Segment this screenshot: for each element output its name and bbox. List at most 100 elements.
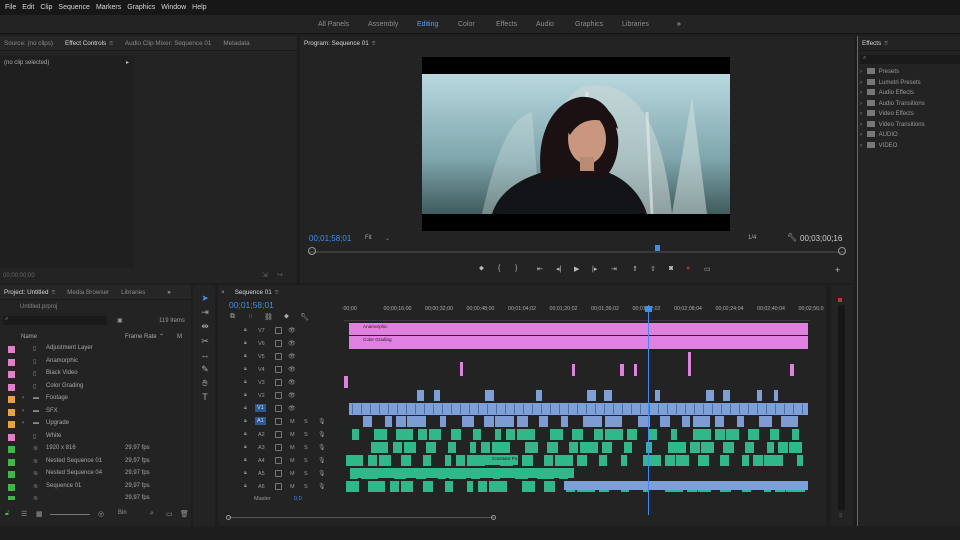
audio-clip[interactable] [679,442,686,453]
tab-audio-clip-mixer[interactable]: Audio Clip Mixer: Sequence 01 [125,40,211,47]
track-name[interactable]: V2 [258,393,265,399]
adjustment-clip[interactable] [790,364,794,376]
panel-menu-icon[interactable]: ≡ [372,40,376,47]
workspace-effects[interactable]: Effects [496,21,517,28]
solo-button[interactable]: S [304,458,308,464]
effects-item-video-bin[interactable]: › VIDEO [860,142,897,149]
audio-clip[interactable] [572,429,583,440]
menu-edit[interactable]: Edit [22,4,34,11]
audio-clip[interactable] [500,481,507,492]
track-lock-icon[interactable]: 🔒︎ [244,392,247,398]
audio-clip[interactable] [495,429,501,440]
audio-clip[interactable] [654,455,661,466]
razor-tool-icon[interactable]: ✂ [199,335,211,347]
video-clip[interactable] [536,390,542,401]
track-header-v1[interactable]: 🔒︎ V1 👁︎ [220,403,342,416]
snap-icon[interactable]: ∩ [248,313,253,320]
audio-clip[interactable] [346,455,357,466]
track-lock-icon[interactable]: 🔒︎ [244,366,247,372]
zoom-slider[interactable] [50,514,90,515]
audio-clip[interactable] [451,429,461,440]
project-item[interactable]: ≋ Nested Sequence 04 29,97 fps [0,469,190,481]
solo-button[interactable]: S [304,445,308,451]
sync-lock-icon[interactable] [275,353,282,360]
tab-libraries[interactable]: Libraries [121,289,145,296]
new-item-icon[interactable]: ▭ [166,510,173,518]
sync-lock-icon[interactable] [275,405,282,412]
workspace-graphics[interactable]: Graphics [575,21,603,28]
voiceover-mic-icon[interactable]: 🎙︎ [318,418,326,425]
audio-clip[interactable] [737,416,744,427]
sync-lock-icon[interactable] [275,470,282,477]
audio-clip[interactable] [396,429,407,440]
effects-item-presets[interactable]: › Presets [860,68,899,75]
audio-clip[interactable] [352,429,359,440]
video-clip[interactable] [723,390,730,401]
track-lock-icon[interactable]: 🔒︎ [244,418,247,424]
audio-clip[interactable] [525,442,538,453]
audio-clip[interactable] [797,455,803,466]
track-header-a4[interactable]: 🔒︎ A4 M S 🎙︎ [220,455,342,468]
audio-clip[interactable] [792,416,798,427]
audio-clip[interactable] [748,429,759,440]
voiceover-mic-icon[interactable]: 🎙︎ [318,457,326,464]
adjustment-clip-color-grading[interactable]: Color Grading [349,336,808,349]
video-clip[interactable] [587,390,596,401]
effects-item-video-transitions[interactable]: › Video Transitions [860,121,925,128]
linked-selection-icon[interactable]: ⛓︎ [264,313,273,321]
project-item[interactable]: ▯ Adjustment Layer [0,344,190,356]
audio-clip[interactable] [759,416,772,427]
track-header-v3[interactable]: 🔒︎ V3 👁︎ [220,377,342,390]
track-name[interactable]: V1 [255,404,266,412]
project-item[interactable]: › ▬ Footage [0,394,190,406]
sync-lock-icon[interactable] [275,340,282,347]
audio-clip[interactable] [404,442,416,453]
workspace-all-panels[interactable]: All Panels [318,21,349,28]
audio-clip[interactable] [396,416,406,427]
audio-clip[interactable] [627,429,637,440]
audio-clip[interactable] [704,429,711,440]
workspace-audio[interactable]: Audio [536,21,554,28]
video-clip[interactable] [434,390,440,401]
nest-icon[interactable]: ⧉ [230,313,235,321]
audio-clip[interactable] [368,481,379,492]
audio-clip[interactable] [698,455,709,466]
audio-clip[interactable] [528,429,535,440]
panel-menu-icon[interactable]: ≡ [51,289,55,296]
column-name[interactable]: Name [21,334,37,340]
audio-clip[interactable] [517,416,528,427]
track-name[interactable]: V6 [258,341,265,347]
audio-clip[interactable] [566,455,573,466]
project-item[interactable]: ▯ White [0,432,190,444]
timeline-timecode[interactable]: 00;01;58;01 [229,300,274,310]
sync-lock-icon[interactable] [275,392,282,399]
close-icon[interactable]: × [221,289,225,296]
tab-effect-controls[interactable]: Effect Controls [65,40,106,47]
audio-clip[interactable] [393,442,402,453]
track-name[interactable]: A5 [258,471,265,477]
track-name[interactable]: V4 [258,367,265,373]
bin-icon[interactable]: Bin [118,510,127,516]
eye-icon[interactable]: 👁︎ [288,392,296,399]
effects-item-audio-effects[interactable]: › Audio Effects [860,89,914,96]
track-name[interactable]: V7 [258,328,265,334]
lift-icon[interactable]: ⇑ [632,265,638,273]
audio-clip[interactable] [481,442,490,453]
audio-clip[interactable] [550,429,563,440]
voiceover-mic-icon[interactable]: 🎙︎ [318,444,326,451]
audio-clip[interactable] [690,442,700,453]
selection-tool-icon[interactable]: ➤ [199,292,211,304]
audio-clip[interactable] [599,455,607,466]
voiceover-mic-icon[interactable]: 🎙︎ [318,483,326,490]
expand-arrow-icon[interactable]: ▸ [126,59,129,66]
audio-clip[interactable] [753,455,763,466]
solo-button[interactable]: S [304,419,308,425]
wrench-icon[interactable]: 🔧︎ [300,313,309,321]
audio-clip[interactable] [660,416,670,427]
audio-clip[interactable] [701,442,714,453]
constant-power-transition[interactable]: Constant Po [478,455,518,465]
audio-clip[interactable] [357,455,363,466]
audio-clip[interactable] [363,416,372,427]
record-icon[interactable]: ● [686,265,690,272]
track-header-a3[interactable]: 🔒︎ A3 M S 🎙︎ [220,442,342,455]
